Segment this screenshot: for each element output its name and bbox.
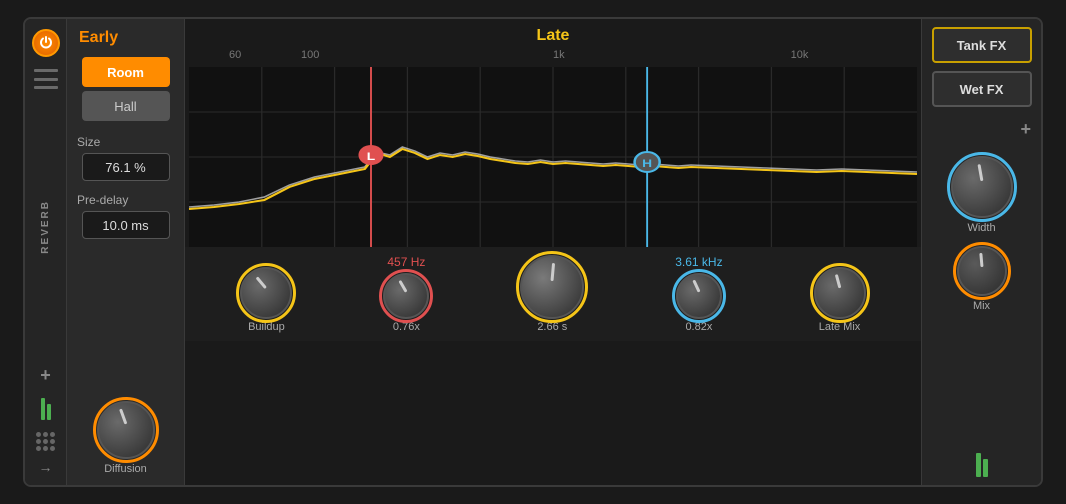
width-knob[interactable] bbox=[951, 156, 1013, 218]
predelay-label: Pre-delay bbox=[75, 193, 128, 207]
high-freq-label: 3.61 kHz bbox=[675, 255, 722, 269]
eq-svg: L H bbox=[189, 67, 917, 247]
width-label: Width bbox=[967, 222, 995, 234]
freq-1k: 1k bbox=[553, 49, 565, 61]
early-title: Early bbox=[75, 29, 118, 47]
width-group: Width bbox=[951, 156, 1013, 234]
left-sidebar: REVERB + → bbox=[25, 19, 67, 485]
diffusion-area: Diffusion bbox=[97, 401, 155, 475]
bottom-controls: Buildup 457 Hz 0.76x bbox=[185, 247, 921, 341]
mix-label: Mix bbox=[973, 300, 990, 312]
buildup-group: Buildup bbox=[240, 267, 292, 333]
room-button[interactable]: Room bbox=[82, 57, 170, 87]
vu-bar-2 bbox=[47, 404, 51, 420]
right-vu-bar-2 bbox=[983, 459, 988, 477]
power-button[interactable] bbox=[32, 29, 60, 57]
sidebar-bottom: → bbox=[36, 398, 55, 475]
folder-icon[interactable] bbox=[34, 69, 58, 89]
vu-bar-1 bbox=[41, 398, 45, 420]
eq-display[interactable]: L H bbox=[189, 67, 917, 247]
low-eq-knob[interactable] bbox=[383, 273, 429, 319]
hall-button[interactable]: Hall bbox=[82, 91, 170, 121]
freq-100: 100 bbox=[301, 49, 319, 61]
left-plus-icon[interactable]: + bbox=[40, 365, 51, 386]
right-vu bbox=[976, 453, 988, 477]
diffusion-label: Diffusion bbox=[104, 463, 147, 475]
predelay-value[interactable]: 10.0 ms bbox=[82, 211, 170, 239]
right-plus-icon[interactable]: + bbox=[1020, 119, 1031, 140]
reverb-label: REVERB bbox=[40, 200, 51, 254]
late-mix-group: Late Mix bbox=[814, 267, 866, 333]
size-value[interactable]: 76.1 % bbox=[82, 153, 170, 181]
plugin-container: REVERB + → Early Room Hall Size 76.1 % P… bbox=[23, 17, 1043, 487]
decay-knob[interactable] bbox=[520, 255, 584, 319]
decay-group: 2.66 s bbox=[520, 255, 584, 333]
vu-meter bbox=[41, 398, 51, 420]
size-label: Size bbox=[75, 135, 100, 149]
high-eq-knob[interactable] bbox=[676, 273, 722, 319]
high-eq-group: 3.61 kHz 0.82x bbox=[675, 255, 722, 333]
wet-fx-button[interactable]: Wet FX bbox=[932, 71, 1032, 107]
early-panel: Early Room Hall Size 76.1 % Pre-delay 10… bbox=[67, 19, 185, 485]
freq-ruler: 60 100 1k 10k bbox=[193, 49, 913, 67]
late-mix-knob[interactable] bbox=[814, 267, 866, 319]
low-eq-group: 457 Hz 0.76x bbox=[383, 255, 429, 333]
diffusion-knob[interactable] bbox=[97, 401, 155, 459]
arrow-icon[interactable]: → bbox=[39, 459, 53, 475]
grid-icon[interactable] bbox=[36, 432, 55, 451]
right-vu-bar-1 bbox=[976, 453, 981, 477]
svg-text:H: H bbox=[642, 157, 652, 169]
svg-text:L: L bbox=[367, 150, 376, 162]
freq-60: 60 bbox=[229, 49, 241, 61]
buildup-knob[interactable] bbox=[240, 267, 292, 319]
main-display: Late 60 100 1k 10k bbox=[185, 19, 921, 485]
mix-knob[interactable] bbox=[957, 246, 1007, 296]
right-panel: Tank FX Wet FX + Width Mix bbox=[921, 19, 1041, 485]
late-title: Late bbox=[185, 19, 921, 49]
low-freq-label: 457 Hz bbox=[387, 255, 425, 269]
tank-fx-button[interactable]: Tank FX bbox=[932, 27, 1032, 63]
mix-group: Mix bbox=[957, 246, 1007, 312]
freq-10k: 10k bbox=[791, 49, 809, 61]
